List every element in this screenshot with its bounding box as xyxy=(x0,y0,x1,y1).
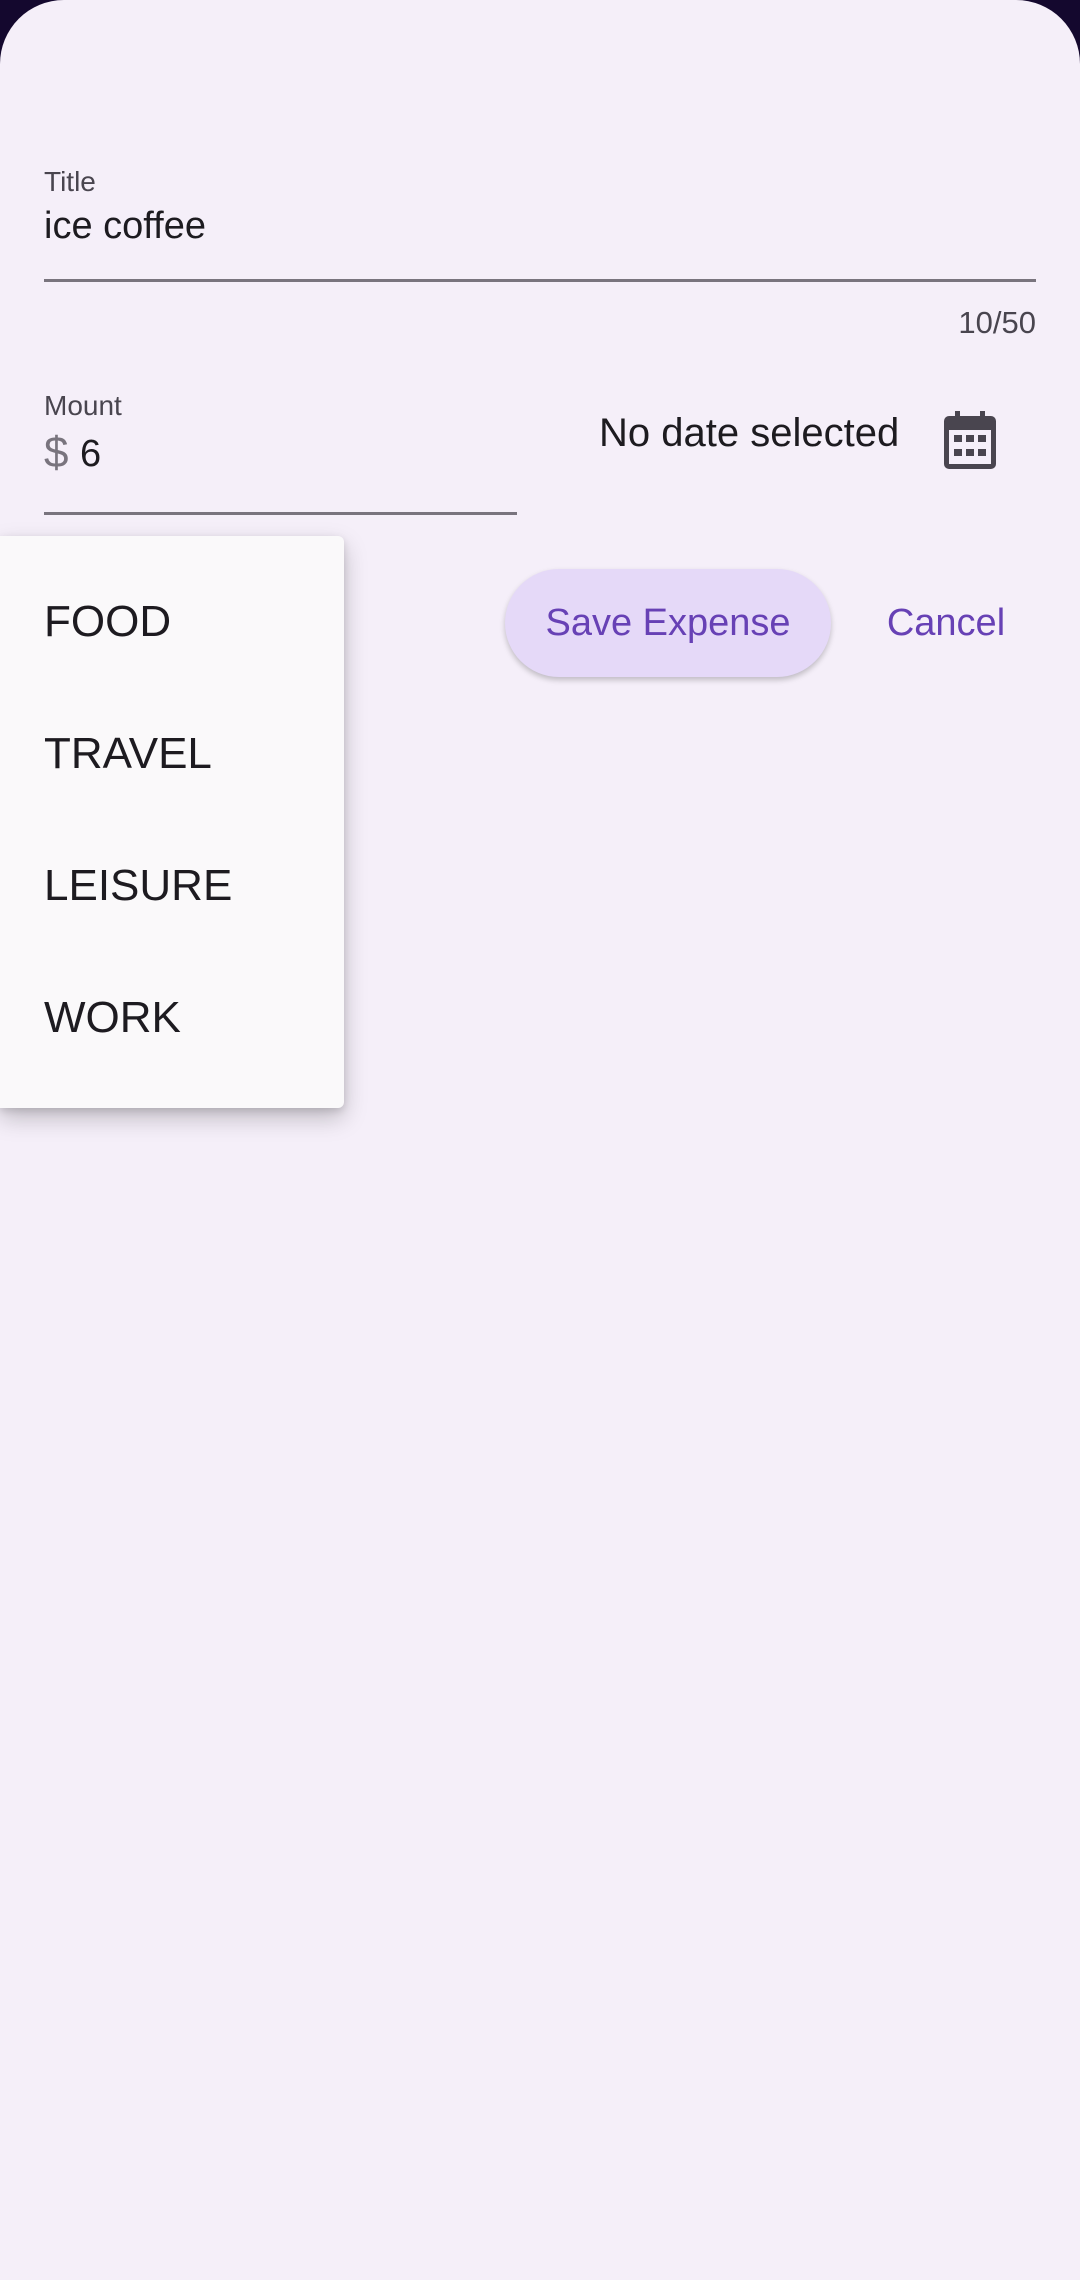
category-dropdown-menu: FOOD TRAVEL LEISURE WORK xyxy=(0,536,344,1108)
bottom-sheet: Title ice coffee 10/50 Mount $ 6 No date… xyxy=(0,0,1080,2280)
amount-input[interactable]: 6 xyxy=(80,433,101,476)
save-expense-button[interactable]: Save Expense xyxy=(505,569,831,677)
category-option-travel[interactable]: TRAVEL xyxy=(0,688,344,820)
title-underline xyxy=(44,279,1036,282)
calendar-icon xyxy=(944,411,996,469)
pick-date-button[interactable] xyxy=(924,394,1016,486)
category-option-food[interactable]: FOOD xyxy=(0,556,344,688)
title-input[interactable]: ice coffee xyxy=(44,205,206,248)
category-option-work[interactable]: WORK xyxy=(0,952,344,1084)
title-char-counter: 10/50 xyxy=(958,305,1036,340)
category-option-leisure[interactable]: LEISURE xyxy=(0,820,344,952)
currency-prefix: $ xyxy=(44,428,69,477)
amount-underline xyxy=(44,512,517,515)
amount-label: Mount xyxy=(44,390,122,421)
cancel-button[interactable]: Cancel xyxy=(866,569,1026,677)
selected-date-text: No date selected xyxy=(599,411,900,455)
title-label: Title xyxy=(44,166,96,197)
